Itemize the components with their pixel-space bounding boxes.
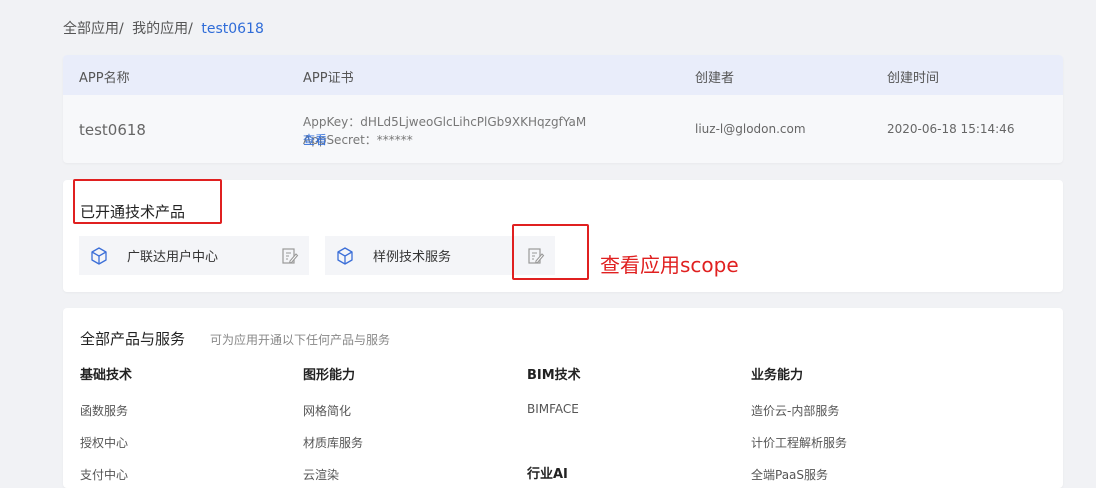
enabled-product-label: 样例技术服务 — [373, 250, 452, 265]
product-link[interactable]: 计价工程解析服务 — [751, 434, 847, 451]
product-link[interactable]: 函数服务 — [80, 402, 128, 419]
all-products-subtitle: 可为应用开通以下任何产品与服务 — [210, 333, 391, 347]
product-link[interactable]: 授权中心 — [80, 434, 128, 451]
product-link[interactable]: 材质库服务 — [303, 434, 363, 451]
appkey-text: AppKey：dHLd5LjweoGlcLihcPlGb9XKHqzgfYaM — [303, 115, 587, 129]
enabled-product-tile[interactable]: 广联达用户中心 — [79, 236, 309, 275]
app-certificate: AppKey：dHLd5LjweoGlcLihcPlGb9XKHqzgfYaM … — [303, 113, 587, 147]
header-app-name: APP名称 — [79, 71, 130, 86]
highlight-box-title — [73, 179, 222, 224]
app-name: test0618 — [79, 121, 146, 139]
edit-icon[interactable] — [281, 247, 299, 265]
breadcrumb-current: test0618 — [201, 21, 264, 37]
header-created-time: 创建时间 — [887, 71, 940, 86]
table-header: APP名称 APP证书 创建者 创建时间 — [63, 55, 1063, 95]
enabled-product-label: 广联达用户中心 — [127, 250, 219, 265]
breadcrumb-my-apps[interactable]: 我的应用 — [132, 21, 188, 37]
header-app-cert: APP证书 — [303, 71, 354, 86]
view-secret-link[interactable]: 查看 — [303, 131, 327, 149]
app-creator: liuz-l@glodon.com — [695, 122, 806, 136]
category-title: 业务能力 — [751, 368, 804, 383]
breadcrumb-all-apps[interactable]: 全部应用 — [63, 21, 119, 37]
header-creator: 创建者 — [695, 71, 735, 86]
product-link[interactable]: BIMFACE — [527, 402, 579, 416]
breadcrumb-separator: / — [188, 21, 193, 37]
app-created-time: 2020-06-18 15:14:46 — [887, 122, 1015, 136]
cube-icon — [91, 246, 107, 265]
app-info-table: APP名称 APP证书 创建者 创建时间 test0618 AppKey：dHL… — [63, 55, 1063, 163]
category-title: 行业AI — [527, 467, 568, 482]
category-title: 图形能力 — [303, 368, 356, 383]
all-products-card: 全部产品与服务 可为应用开通以下任何产品与服务 基础技术 函数服务 授权中心 支… — [63, 308, 1063, 488]
breadcrumb: 全部应用/ 我的应用/ test0618 — [63, 18, 264, 38]
product-link[interactable]: 造价云-内部服务 — [751, 402, 839, 419]
table-row: test0618 AppKey：dHLd5LjweoGlcLihcPlGb9XK… — [63, 95, 1063, 163]
highlight-box-scope — [512, 224, 589, 280]
annotation-label: 查看应用scope — [600, 253, 739, 277]
product-link[interactable]: 网格简化 — [303, 402, 351, 419]
breadcrumb-separator: / — [119, 21, 124, 37]
category-title: 基础技术 — [80, 368, 133, 383]
category-title: BIM技术 — [527, 368, 581, 383]
cube-icon — [337, 246, 353, 265]
all-products-title: 全部产品与服务 — [80, 330, 186, 348]
